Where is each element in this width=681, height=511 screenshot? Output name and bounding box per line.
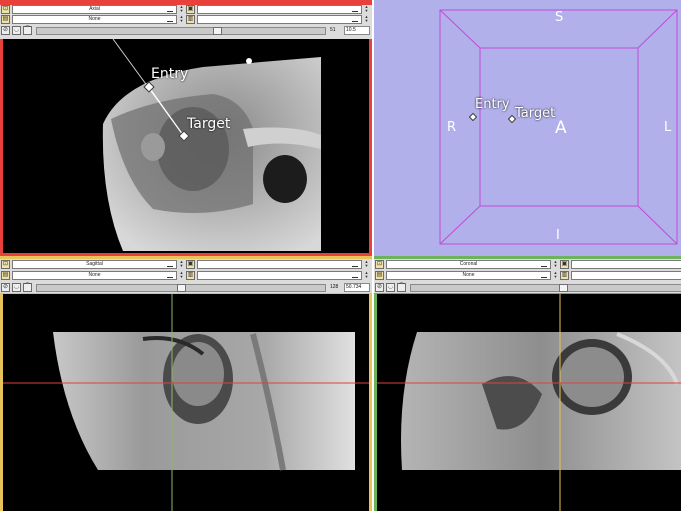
green-slice-viewer: ⊡ Coronal ▲ ▼ ▣ ▤ None ▲ ▼ ▥ ⊘ ◡ ⌒ — [372, 256, 681, 511]
orientation-select[interactable]: Coronal — [386, 260, 551, 269]
pin-icon[interactable]: ⌒ — [397, 283, 406, 292]
label-layer-select[interactable]: None — [12, 271, 177, 280]
spin-arrows-icon[interactable]: ▲ ▼ — [179, 260, 184, 269]
spin-arrows-icon[interactable]: ▲ ▼ — [553, 271, 558, 280]
fiducial-target-label: Target — [187, 116, 231, 132]
dropdown-arrow-icon — [167, 262, 173, 267]
marker-dot — [246, 58, 252, 64]
dropdown-arrow-icon — [352, 273, 358, 278]
orientation-select[interactable]: Sagittal — [12, 260, 177, 269]
fiducial-entry-label: Entry — [475, 97, 510, 112]
visibility-icon[interactable]: ◡ — [12, 283, 21, 292]
spin-arrows-icon[interactable]: ▲ ▼ — [364, 5, 369, 14]
yellow-slice-viewer: ⊡ Sagittal ▲ ▼ ▣ ▲ ▼ ▤ None ▲ ▼ ▥ ▲ ▼ ⊘ ◡ ⌒ … — [0, 256, 372, 511]
label-layer-select[interactable]: None — [12, 15, 177, 24]
link-icon[interactable]: ⊘ — [1, 283, 10, 292]
dropdown-arrow-icon — [352, 262, 358, 267]
dropdown-arrow-icon — [167, 17, 173, 22]
dropdown-arrow-icon — [352, 17, 358, 22]
spin-arrows-icon[interactable]: ▲ ▼ — [179, 15, 184, 24]
label-layer-icon[interactable]: ▤ — [375, 271, 384, 280]
label-layer-icon[interactable]: ▤ — [1, 271, 10, 280]
fit-to-window-icon[interactable]: ⊡ — [1, 5, 10, 14]
orientation-superior: S — [555, 10, 564, 25]
orientation-select[interactable]: Axial — [12, 5, 177, 14]
pin-icon[interactable]: ⌒ — [23, 26, 32, 35]
orientation-right: R — [447, 120, 457, 135]
foreground-layer-icon[interactable]: ▣ — [186, 5, 195, 14]
dropdown-arrow-icon — [167, 273, 173, 278]
slice-number: 51 — [330, 27, 336, 33]
background-layer-icon[interactable]: ▥ — [560, 271, 569, 280]
foreground-volume-select[interactable] — [571, 260, 681, 269]
pin-icon[interactable]: ⌒ — [23, 283, 32, 292]
label-layer-value: None — [88, 272, 101, 278]
orientation-left: L — [664, 120, 672, 135]
yellow-slice-image[interactable] — [3, 294, 369, 511]
slice-offset-input[interactable]: 50.734 — [344, 283, 370, 292]
fit-to-window-icon[interactable]: ⊡ — [375, 260, 384, 269]
background-layer-icon[interactable]: ▥ — [186, 271, 195, 280]
foreground-volume-select[interactable] — [197, 260, 362, 269]
dropdown-arrow-icon — [352, 7, 358, 12]
red-slice-controls: ⊡ Axial ▲ ▼ ▣ ▲ ▼ ▤ None ▲ ▼ ▥ ▲ ▼ ⊘ ◡ ⌒ 51 … — [0, 5, 372, 39]
slice-number: 128 — [330, 284, 339, 290]
red-slice-viewer: ⊡ Axial ▲ ▼ ▣ ▲ ▼ ▤ None ▲ ▼ ▥ ▲ ▼ ⊘ ◡ ⌒ 51 … — [0, 0, 372, 256]
sagittal-mri-image — [3, 294, 369, 511]
slice-slider[interactable] — [36, 27, 326, 35]
spin-arrows-icon[interactable]: ▲ ▼ — [553, 260, 558, 269]
bounding-box — [439, 9, 678, 245]
slider-thumb[interactable] — [213, 27, 222, 35]
dropdown-arrow-icon — [541, 273, 547, 278]
spin-arrows-icon[interactable]: ▲ ▼ — [179, 271, 184, 280]
green-slice-image[interactable] — [377, 294, 681, 511]
background-volume-select[interactable] — [197, 15, 362, 24]
visibility-icon[interactable]: ◡ — [386, 283, 395, 292]
slice-offset-input[interactable]: 10.5 — [344, 26, 370, 35]
fit-to-window-icon[interactable]: ⊡ — [1, 260, 10, 269]
label-layer-value: None — [462, 272, 475, 278]
slider-thumb[interactable] — [559, 284, 568, 292]
spin-arrows-icon[interactable]: ▲ ▼ — [364, 15, 369, 24]
background-volume-select[interactable] — [571, 271, 681, 280]
foreground-layer-icon[interactable]: ▣ — [186, 260, 195, 269]
spin-arrows-icon[interactable]: ▲ ▼ — [364, 260, 369, 269]
yellow-slice-controls: ⊡ Sagittal ▲ ▼ ▣ ▲ ▼ ▤ None ▲ ▼ ▥ ▲ ▼ ⊘ ◡ ⌒ … — [0, 259, 372, 293]
spin-arrows-icon[interactable]: ▲ ▼ — [179, 5, 184, 14]
orientation-anterior: A — [555, 118, 567, 138]
fiducial-target-label: Target — [515, 106, 556, 121]
link-icon[interactable]: ⊘ — [1, 26, 10, 35]
orientation-value: Sagittal — [86, 261, 103, 267]
coronal-mri-image — [377, 294, 681, 511]
slider-thumb[interactable] — [177, 284, 186, 292]
green-slice-controls: ⊡ Coronal ▲ ▼ ▣ ▤ None ▲ ▼ ▥ ⊘ ◡ ⌒ — [374, 259, 681, 293]
threed-viewer[interactable]: S I R L A Entry Target — [372, 0, 681, 256]
foreground-layer-icon[interactable]: ▣ — [560, 260, 569, 269]
orientation-value: Axial — [89, 6, 100, 12]
visibility-icon[interactable]: ◡ — [12, 26, 21, 35]
background-layer-icon[interactable]: ▥ — [186, 15, 195, 24]
background-volume-select[interactable] — [197, 271, 362, 280]
dropdown-arrow-icon — [167, 7, 173, 12]
red-slice-image[interactable]: Entry Target — [3, 38, 369, 253]
slice-slider[interactable] — [36, 284, 326, 292]
foreground-volume-select[interactable] — [197, 5, 362, 14]
dropdown-arrow-icon — [541, 262, 547, 267]
slice-slider[interactable] — [410, 284, 681, 292]
label-layer-icon[interactable]: ▤ — [1, 15, 10, 24]
fiducial-entry-label: Entry — [151, 66, 189, 82]
orientation-value: Coronal — [459, 261, 478, 267]
spin-arrows-icon[interactable]: ▲ ▼ — [364, 271, 369, 280]
label-layer-value: None — [88, 16, 101, 22]
label-layer-select[interactable]: None — [386, 271, 551, 280]
link-icon[interactable]: ⊘ — [375, 283, 384, 292]
orientation-inferior: I — [556, 228, 560, 243]
